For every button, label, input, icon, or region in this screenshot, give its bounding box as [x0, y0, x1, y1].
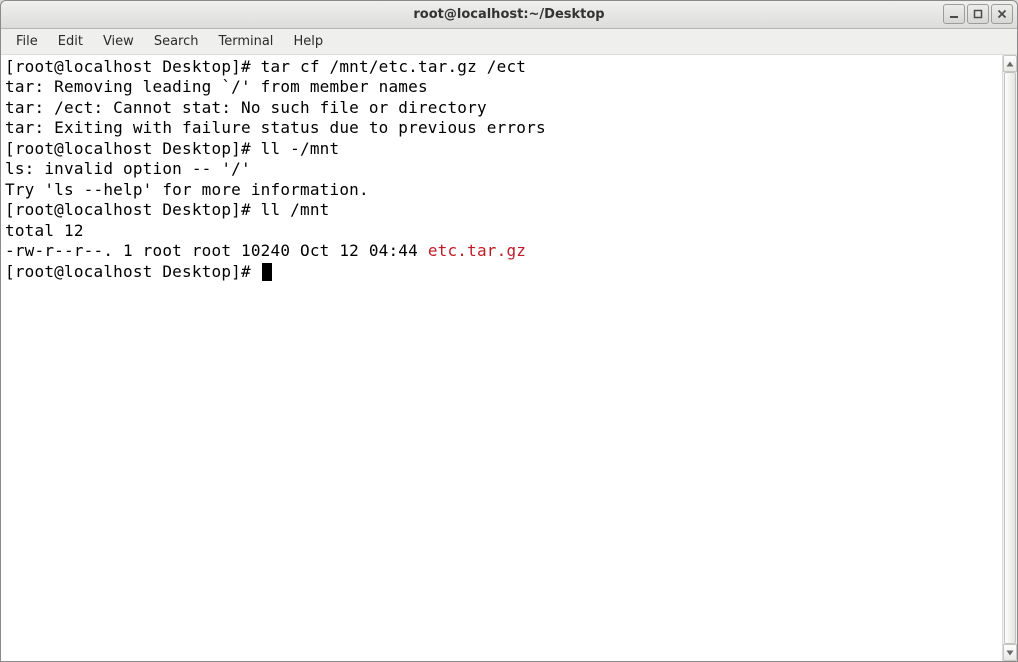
titlebar[interactable]: root@localhost:~/Desktop	[1, 1, 1017, 29]
scroll-down-button[interactable]	[1003, 644, 1017, 661]
command-text: ll -/mnt	[261, 139, 340, 158]
window-controls	[943, 4, 1013, 24]
menu-terminal[interactable]: Terminal	[209, 31, 282, 52]
file-permissions: -rw-r--r--. 1 root root 10240 Oct 12 04:…	[5, 241, 428, 260]
terminal-output: tar: /ect: Cannot stat: No such file or …	[5, 98, 998, 118]
terminal-area: [root@localhost Desktop]# tar cf /mnt/et…	[1, 55, 1017, 661]
shell-prompt: [root@localhost Desktop]#	[5, 200, 261, 219]
shell-prompt: [root@localhost Desktop]#	[5, 57, 261, 76]
close-button[interactable]	[991, 4, 1013, 24]
chevron-up-icon	[1006, 61, 1014, 67]
command-text: ll /mnt	[261, 200, 330, 219]
scrollbar-track[interactable]	[1003, 72, 1017, 644]
terminal-output: Try 'ls --help' for more information.	[5, 180, 998, 200]
cursor-icon	[262, 263, 272, 281]
terminal-output: ls: invalid option -- '/'	[5, 159, 998, 179]
chevron-down-icon	[1006, 650, 1014, 656]
scrollbar-thumb[interactable]	[1004, 72, 1016, 644]
terminal-line: [root@localhost Desktop]# ll /mnt	[5, 200, 998, 220]
menu-help[interactable]: Help	[284, 31, 332, 52]
menu-search[interactable]: Search	[145, 31, 208, 52]
menu-file[interactable]: File	[7, 31, 47, 52]
command-text: tar cf /mnt/etc.tar.gz /ect	[261, 57, 527, 76]
menubar: File Edit View Search Terminal Help	[1, 29, 1017, 55]
terminal-window: root@localhost:~/Desktop File Edit View …	[0, 0, 1018, 662]
terminal-output: tar: Removing leading `/' from member na…	[5, 77, 998, 97]
shell-prompt: [root@localhost Desktop]#	[5, 139, 261, 158]
maximize-icon	[973, 9, 983, 19]
archive-filename: etc.tar.gz	[428, 241, 526, 260]
minimize-button[interactable]	[943, 4, 965, 24]
terminal-line: [root@localhost Desktop]# tar cf /mnt/et…	[5, 57, 998, 77]
scroll-up-button[interactable]	[1003, 55, 1017, 72]
terminal-line: [root@localhost Desktop]# ll -/mnt	[5, 139, 998, 159]
vertical-scrollbar[interactable]	[1002, 55, 1017, 661]
terminal-line: -rw-r--r--. 1 root root 10240 Oct 12 04:…	[5, 241, 998, 261]
terminal-output: total 12	[5, 221, 998, 241]
terminal-body[interactable]: [root@localhost Desktop]# tar cf /mnt/et…	[1, 55, 1002, 661]
terminal-output: tar: Exiting with failure status due to …	[5, 118, 998, 138]
shell-prompt: [root@localhost Desktop]#	[5, 262, 261, 281]
terminal-line: [root@localhost Desktop]#	[5, 262, 998, 282]
menu-view[interactable]: View	[94, 31, 143, 52]
minimize-icon	[949, 9, 959, 19]
maximize-button[interactable]	[967, 4, 989, 24]
window-title: root@localhost:~/Desktop	[1, 7, 1017, 22]
close-icon	[997, 9, 1007, 19]
menu-edit[interactable]: Edit	[49, 31, 92, 52]
